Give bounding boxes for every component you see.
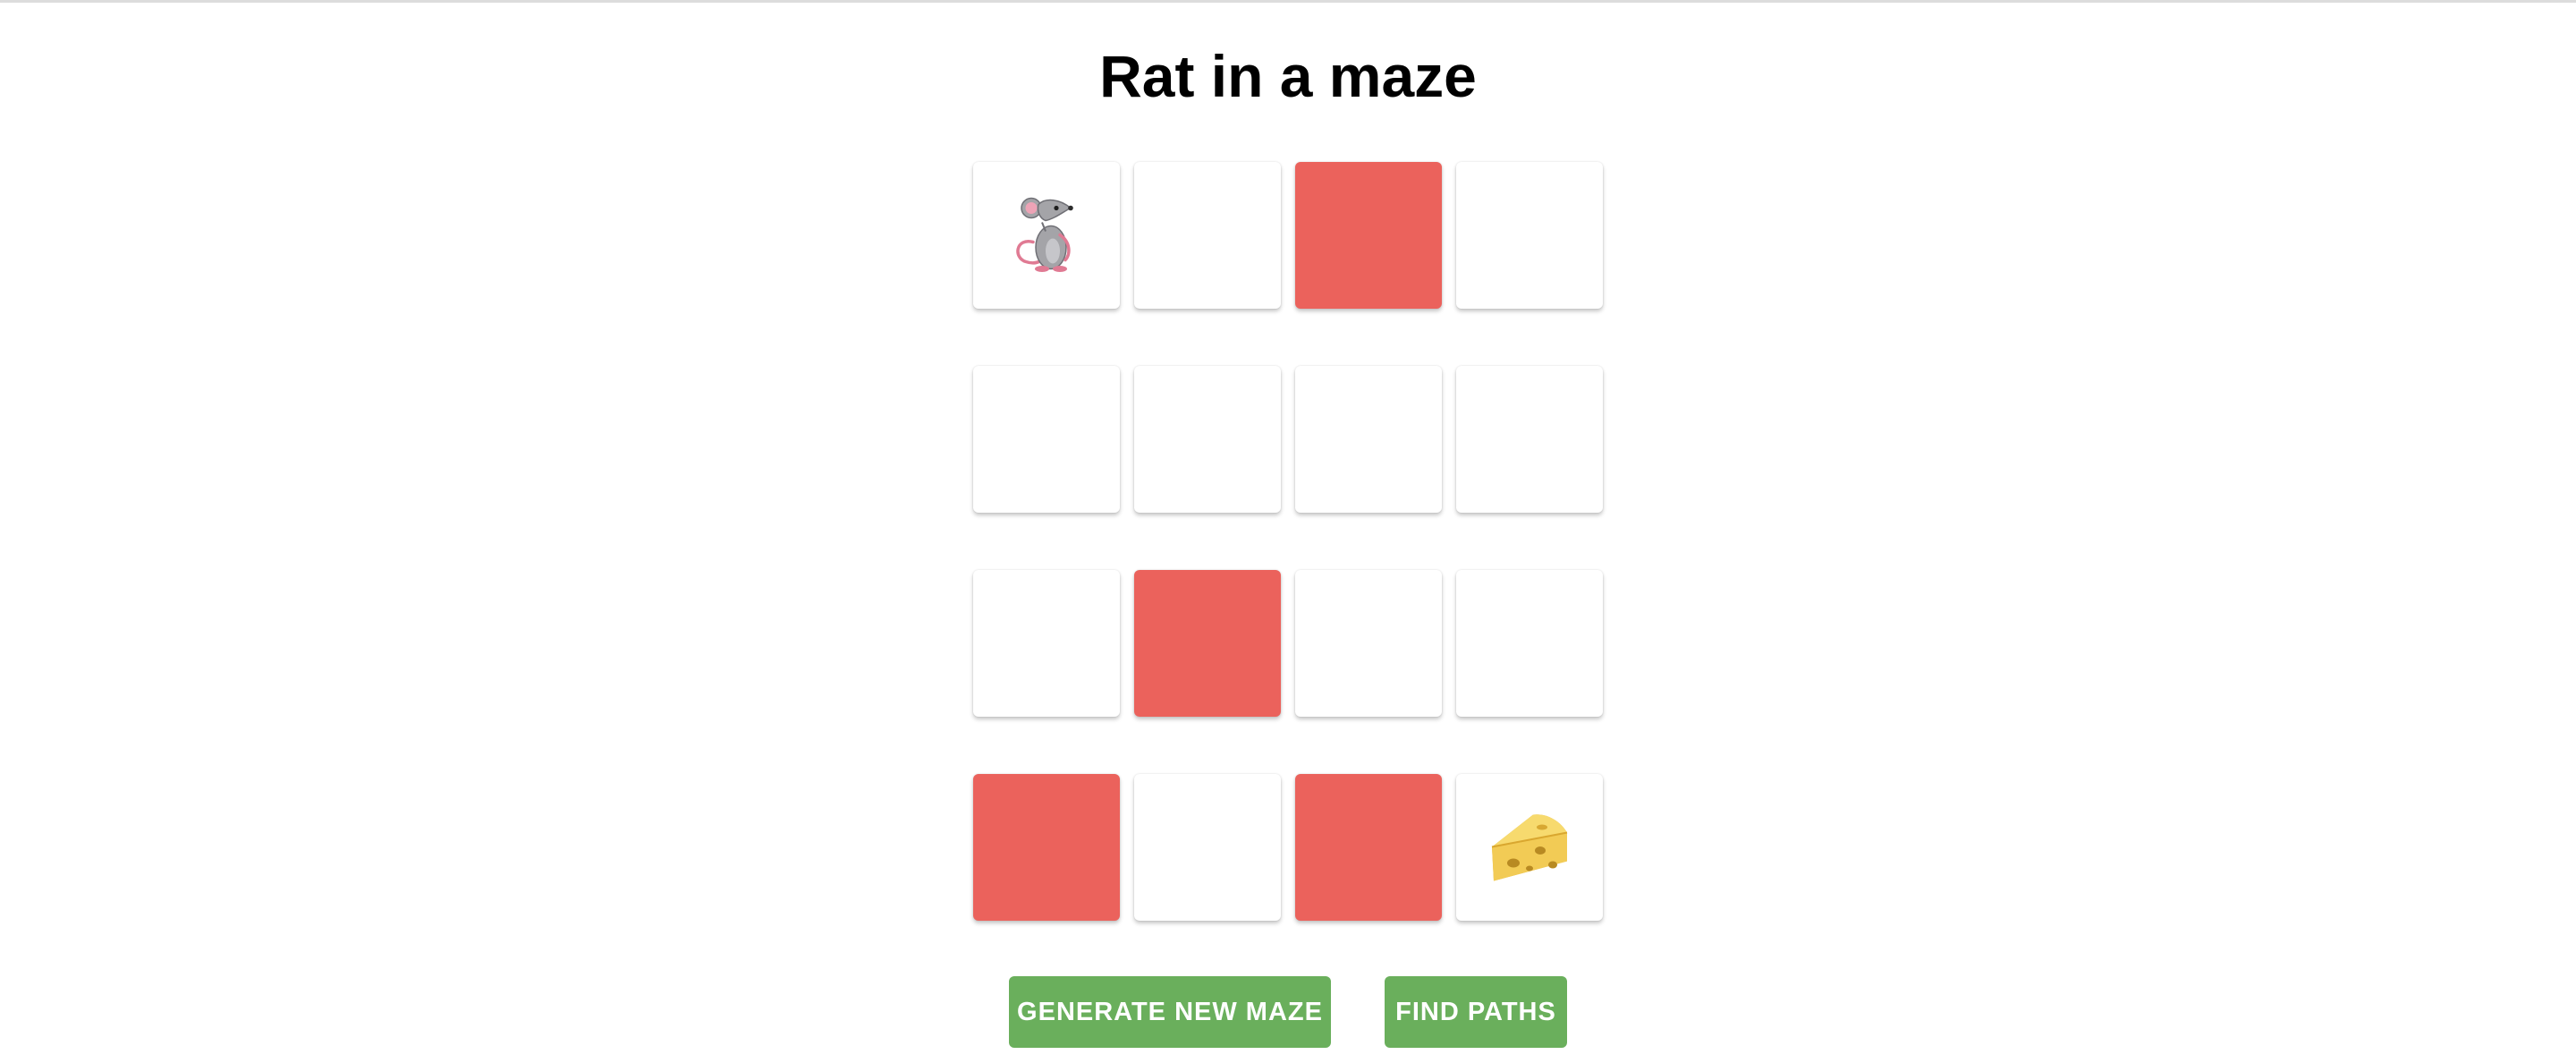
generate-new-maze-button[interactable]: GENERATE NEW MAZE — [1009, 976, 1331, 1048]
find-paths-button[interactable]: FIND PATHS — [1385, 976, 1567, 1048]
maze-cell-2-2[interactable] — [1295, 570, 1442, 717]
maze-cell-2-1[interactable] — [1134, 570, 1281, 717]
maze-cell-1-1[interactable] — [1134, 366, 1281, 513]
page-title: Rat in a maze — [1099, 43, 1477, 109]
maze-cell-0-0[interactable] — [973, 162, 1120, 309]
maze-cell-1-0[interactable] — [973, 366, 1120, 513]
top-divider — [0, 0, 2576, 3]
app-root: Rat in a maze GENERATE NEW MAZE FIND PAT… — [0, 0, 2576, 1063]
button-row: GENERATE NEW MAZE FIND PATHS — [0, 976, 2576, 1048]
maze-cell-1-3[interactable] — [1456, 366, 1603, 513]
maze-cell-2-3[interactable] — [1456, 570, 1603, 717]
maze-cell-3-0[interactable] — [973, 774, 1120, 921]
maze-cell-1-2[interactable] — [1295, 366, 1442, 513]
maze-board — [973, 162, 1603, 921]
maze-cell-3-2[interactable] — [1295, 774, 1442, 921]
maze-cell-3-3[interactable] — [1456, 774, 1603, 921]
maze-cell-2-0[interactable] — [973, 570, 1120, 717]
rat-icon — [1006, 189, 1087, 283]
cheese-icon — [1488, 806, 1571, 889]
maze-cell-0-1[interactable] — [1134, 162, 1281, 309]
maze-cell-0-2[interactable] — [1295, 162, 1442, 309]
maze-cell-3-1[interactable] — [1134, 774, 1281, 921]
maze-cell-0-3[interactable] — [1456, 162, 1603, 309]
